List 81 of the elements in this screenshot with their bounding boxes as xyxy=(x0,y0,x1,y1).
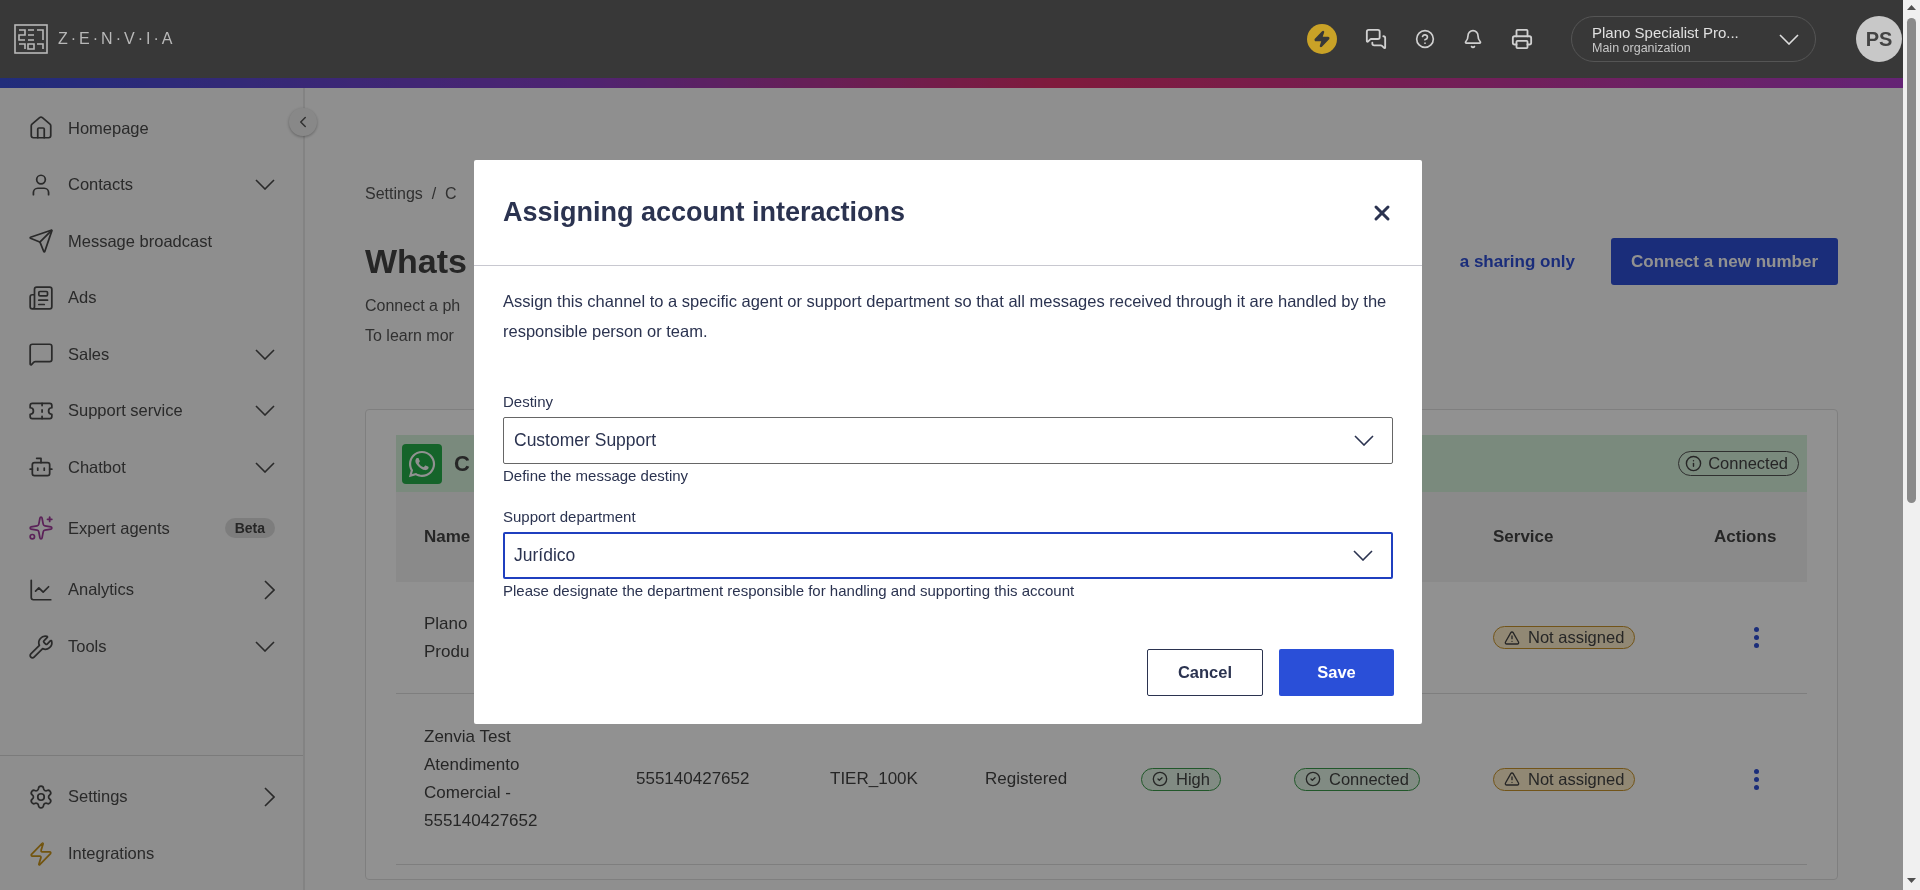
page-title: Whats xyxy=(365,242,467,281)
send-icon xyxy=(28,228,54,255)
user-avatar[interactable]: PS xyxy=(1856,16,1902,62)
status-badge: Not assigned xyxy=(1493,626,1636,649)
select-field[interactable]: Jurídico xyxy=(503,532,1393,579)
chevron-down-icon xyxy=(255,348,275,360)
printer-icon[interactable] xyxy=(1511,28,1533,50)
cancel-button[interactable]: Cancel xyxy=(1147,649,1263,696)
check-circle-icon xyxy=(1305,771,1321,787)
column-header: Name xyxy=(424,527,471,547)
table-cell-text: Registered xyxy=(985,768,1068,790)
kebab-icon xyxy=(1754,627,1759,648)
sidebar-item[interactable]: Expert agents Beta xyxy=(0,495,303,561)
field-label: Destiny xyxy=(503,393,555,410)
dialog-title: Assigning account interactions xyxy=(503,197,906,228)
table-cell-text: Plano Produ xyxy=(424,612,470,663)
logo-text: Z·E·N·V·I·A xyxy=(58,30,176,48)
more-actions-button[interactable] xyxy=(1754,768,1759,790)
sidebar-item[interactable]: Support service xyxy=(0,382,303,439)
dialog-description: Assign this channel to a specific agent or support department so that all messages received through it are handled by the responsible person or team. xyxy=(503,291,1388,342)
info-icon xyxy=(1685,455,1703,472)
chevron-down-icon xyxy=(1779,33,1799,45)
chevron-right-icon xyxy=(264,786,275,807)
sidebar-item[interactable]: Ads xyxy=(0,269,303,326)
description-text: To learn mor xyxy=(365,326,454,346)
sidebar-item[interactable]: Sales xyxy=(0,326,303,383)
select-field[interactable]: Customer Support xyxy=(503,417,1393,464)
description-text: Connect a ph xyxy=(365,296,461,316)
whatsapp-icon xyxy=(402,443,442,484)
sidebar-item[interactable]: Chatbot xyxy=(0,439,303,496)
settings-icon xyxy=(28,783,54,810)
house-icon xyxy=(28,115,54,142)
collapse-sidebar-button[interactable] xyxy=(289,108,317,136)
kebab-icon xyxy=(1754,768,1759,790)
chevron-down-icon xyxy=(255,461,275,473)
bell-icon[interactable] xyxy=(1463,29,1483,49)
table-cell-text: Zenvia Test Atendimento Comercial - 555140427652 xyxy=(424,726,538,832)
status-badge: High xyxy=(1141,767,1221,791)
helper-text: Define the message destiny xyxy=(503,467,690,484)
chevron-down-icon xyxy=(1353,550,1373,561)
breadcrumb: Settings / C xyxy=(365,185,458,203)
document-icon xyxy=(28,284,54,311)
card-title: C xyxy=(454,450,470,477)
warning-icon xyxy=(1504,771,1520,787)
check-circle-icon xyxy=(1152,771,1168,787)
sharing-link[interactable]: a sharing only xyxy=(1459,251,1575,272)
chevron-down-icon xyxy=(1354,435,1374,446)
scrollbar[interactable] xyxy=(1903,0,1920,890)
sidebar-item[interactable]: Message broadcast xyxy=(0,213,303,270)
connect-number-button[interactable]: Connect a new number xyxy=(1610,238,1838,285)
table-cell-text: 555140427652 xyxy=(636,768,750,790)
lightning-icon xyxy=(1313,30,1331,48)
sidebar-item[interactable]: Settings xyxy=(0,768,303,825)
wrench-icon xyxy=(28,633,54,660)
sidebar-item[interactable]: Integrations xyxy=(0,825,303,882)
chevron-down-icon xyxy=(255,405,275,417)
line-chart-icon xyxy=(28,576,54,603)
sidebar-item[interactable]: Contacts xyxy=(0,156,303,213)
status-badge: Connected xyxy=(1294,767,1420,791)
help-icon[interactable] xyxy=(1415,29,1435,49)
chevron-down-icon xyxy=(255,641,275,653)
logo-icon xyxy=(14,24,48,54)
sparkles-icon xyxy=(28,515,54,541)
column-header: Actions xyxy=(1714,527,1777,547)
chevron-down-icon xyxy=(255,179,275,191)
chat-bubble-icon xyxy=(28,341,54,368)
lightning-icon xyxy=(28,840,54,867)
warning-icon xyxy=(1504,629,1520,646)
table-cell-text: TIER_100K xyxy=(830,768,918,790)
lightning-button[interactable] xyxy=(1307,24,1337,54)
save-button[interactable]: Save xyxy=(1279,649,1394,696)
chevron-right-icon xyxy=(264,579,275,600)
chat-bubbles-icon[interactable] xyxy=(1365,28,1387,50)
sidebar-item[interactable]: Analytics xyxy=(0,560,303,619)
more-actions-button[interactable] xyxy=(1754,627,1759,648)
helper-text: Please designate the department responsible for handling and supporting this account xyxy=(503,582,1076,599)
beta-badge: Beta xyxy=(224,518,275,538)
column-header: Service xyxy=(1493,527,1554,547)
status-badge: Not assigned xyxy=(1493,767,1636,791)
field-label: Support department xyxy=(503,508,637,525)
sidebar-item[interactable]: Tools xyxy=(0,618,303,675)
